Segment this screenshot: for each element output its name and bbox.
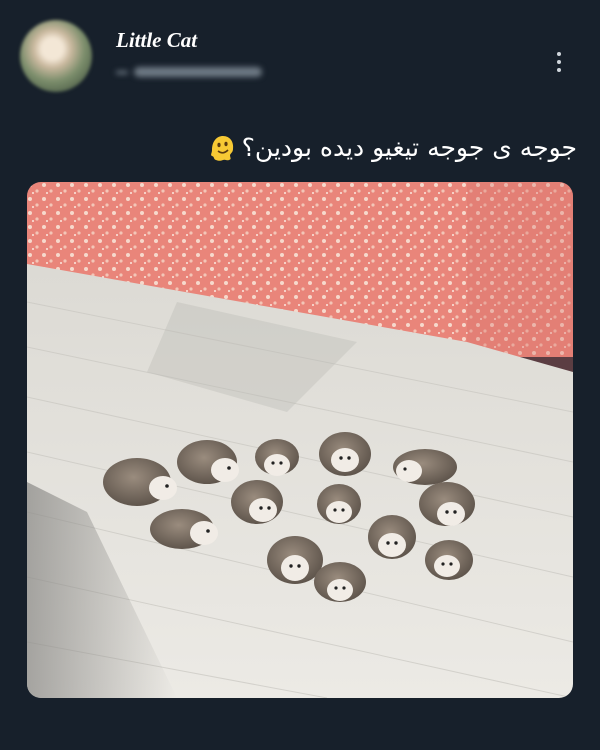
more-dot-icon	[557, 68, 561, 72]
hedgehog-babies-photo	[27, 182, 573, 698]
melting-face-emoji-icon	[210, 136, 233, 161]
author-handle[interactable]	[116, 64, 262, 80]
post-text-content: جوجه ی جوجه تیغیو دیده بودین؟	[241, 133, 577, 162]
post-text: جوجه ی جوجه تیغیو دیده بودین؟	[120, 128, 577, 168]
author-display-name[interactable]: Little Cat	[116, 28, 197, 53]
more-options-button[interactable]	[549, 48, 569, 76]
avatar[interactable]	[20, 20, 92, 92]
handle-blurred-text	[134, 67, 262, 77]
post-image[interactable]	[27, 182, 573, 698]
more-dot-icon	[557, 52, 561, 56]
more-dot-icon	[557, 60, 561, 64]
handle-blurred	[116, 70, 128, 74]
